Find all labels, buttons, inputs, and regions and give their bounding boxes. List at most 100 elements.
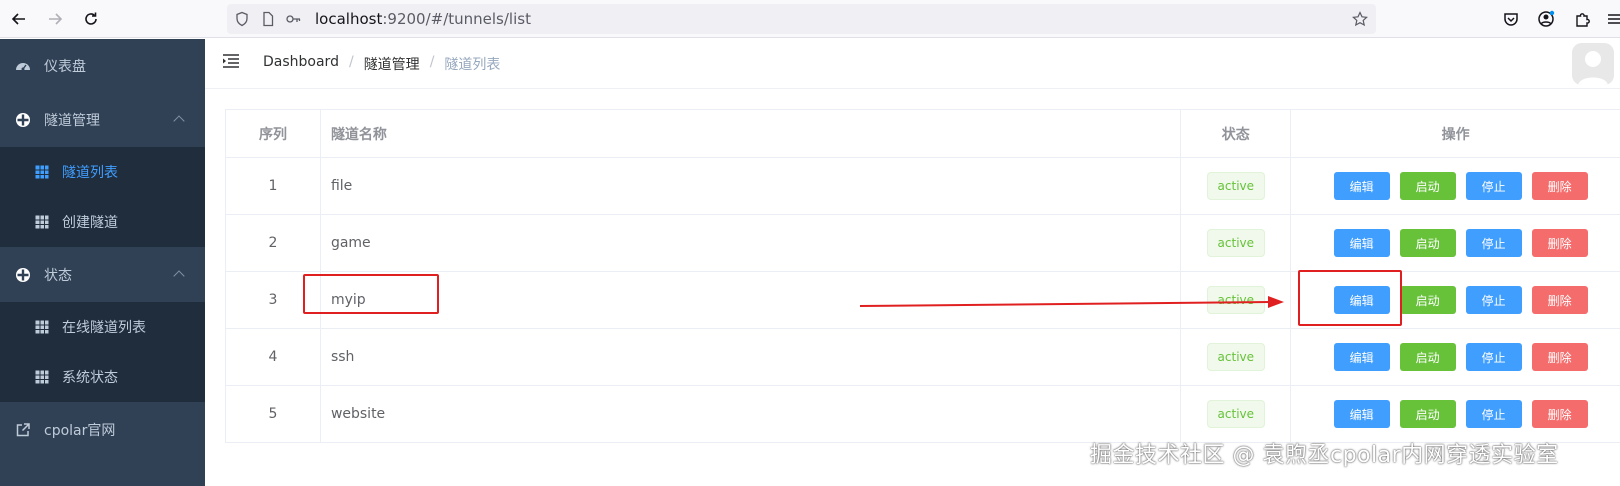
delete-button[interactable]: 删除 (1531, 286, 1588, 314)
delete-button[interactable]: 删除 (1531, 172, 1588, 200)
stop-button[interactable]: 停止 (1465, 343, 1522, 371)
url-text: localhost:9200/#/tunnels/list (315, 10, 531, 28)
status-cell: active (1181, 215, 1292, 271)
start-button[interactable]: 启动 (1399, 400, 1456, 428)
avatar[interactable] (1572, 43, 1614, 85)
sidebar-item-label: 隧道列表 (62, 165, 118, 181)
sidebar-item-label: 仪表盘 (44, 58, 86, 75)
menu-icon (1608, 14, 1620, 24)
url-bar[interactable]: localhost:9200/#/tunnels/list (227, 4, 1376, 34)
table-row: 5 website active 编辑 启动 停止 删除 (226, 386, 1620, 443)
breadcrumb-tunnel-management[interactable]: 隧道管理 (364, 54, 420, 74)
actions-cell: 编辑 启动 停止 删除 (1291, 158, 1620, 214)
tunnel-name: game (321, 215, 1182, 271)
sidebar-group-tunnels[interactable]: 隧道管理 (0, 92, 205, 147)
start-button[interactable]: 启动 (1399, 229, 1456, 257)
edit-button[interactable]: 编辑 (1333, 229, 1390, 257)
start-button[interactable]: 启动 (1399, 343, 1456, 371)
sidebar-item-label: 状态 (44, 267, 72, 284)
chevron-up-icon (173, 114, 185, 127)
back-arrow-icon (11, 13, 25, 25)
edit-button[interactable]: 编辑 (1333, 343, 1390, 371)
watermark: 掘金技术社区 @ 袁煦丞cpolar内网穿透实验室 (1090, 443, 1559, 468)
breadcrumb-dashboard[interactable]: Dashboard (263, 54, 339, 74)
pocket-button[interactable] (1500, 8, 1522, 30)
sidebar-group-status[interactable]: 状态 (0, 247, 205, 302)
column-header-status: 状态 (1181, 110, 1292, 157)
hamburger-toggle-icon[interactable] (222, 53, 240, 69)
delete-button[interactable]: 删除 (1531, 343, 1588, 371)
actions-cell: 编辑 启动 停止 删除 (1291, 329, 1620, 385)
puzzle-icon (1576, 13, 1590, 27)
status-badge: active (1206, 400, 1266, 428)
start-button[interactable]: 启动 (1399, 172, 1456, 200)
status-cell: active (1181, 386, 1292, 442)
page-icon (263, 11, 274, 27)
table-row: 1 file active 编辑 启动 停止 删除 (226, 158, 1620, 215)
actions-cell: 编辑 启动 停止 删除 (1291, 386, 1620, 442)
breadcrumb-separator: / (429, 54, 435, 70)
grid-icon (35, 165, 49, 179)
shield-icon (236, 11, 248, 27)
sidebar-item-create-tunnel[interactable]: 创建隧道 (0, 197, 205, 247)
grid-icon (35, 215, 49, 229)
sidebar-item-online-tunnels[interactable]: 在线隧道列表 (0, 302, 205, 352)
stop-button[interactable]: 停止 (1465, 400, 1522, 428)
app-menu-button[interactable] (1606, 8, 1620, 30)
sidebar-item-cpolar-website[interactable]: cpolar官网 (0, 402, 205, 457)
sidebar-item-system-status[interactable]: 系统状态 (0, 352, 205, 402)
actions-cell: 编辑 启动 停止 删除 (1291, 215, 1620, 271)
back-button[interactable] (6, 6, 32, 32)
extensions-button[interactable] (1572, 8, 1594, 30)
row-index: 5 (226, 386, 321, 442)
table-row: 2 game active 编辑 启动 停止 删除 (226, 215, 1620, 272)
start-button[interactable]: 启动 (1399, 286, 1456, 314)
delete-button[interactable]: 删除 (1531, 229, 1588, 257)
breadcrumb-current: 隧道列表 (444, 57, 501, 73)
sidebar-item-tunnel-list[interactable]: 隧道列表 (0, 147, 205, 197)
bookmark-star-icon[interactable] (1352, 11, 1368, 27)
tunnel-icon (16, 112, 30, 127)
status-cell: active (1181, 329, 1292, 385)
browser-toolbar: localhost:9200/#/tunnels/list (0, 0, 1620, 38)
dashboard-icon (16, 62, 30, 70)
sidebar-item-label: 系统状态 (62, 370, 118, 386)
row-index: 1 (226, 158, 321, 214)
tunnel-name: file (321, 158, 1182, 214)
edit-button[interactable]: 编辑 (1333, 172, 1390, 200)
sidebar-item-label: 隧道管理 (44, 112, 100, 129)
account-button[interactable] (1535, 8, 1557, 30)
status-badge: active (1206, 172, 1266, 200)
external-link-icon (16, 422, 30, 436)
grid-icon (35, 370, 49, 384)
breadcrumb-separator: / (348, 54, 354, 70)
status-icon (16, 267, 30, 282)
stop-button[interactable]: 停止 (1465, 172, 1522, 200)
delete-button[interactable]: 删除 (1531, 400, 1588, 428)
grid-icon (35, 320, 49, 334)
annotation-highlight-box (1298, 270, 1402, 326)
tunnel-name: website (321, 386, 1182, 442)
breadcrumb: Dashboard / 隧道管理 / 隧道列表 (263, 54, 500, 74)
tunnel-name: myip (321, 272, 1182, 328)
sidebar-item-dashboard[interactable]: 仪表盘 (0, 39, 205, 92)
table-header-row: 序列 隧道名称 状态 操作 (226, 110, 1620, 158)
row-index: 4 (226, 329, 321, 385)
stop-button[interactable]: 停止 (1465, 229, 1522, 257)
row-index: 2 (226, 215, 321, 271)
column-header-actions: 操作 (1441, 126, 1470, 143)
status-badge: active (1206, 286, 1266, 314)
navbar: Dashboard / 隧道管理 / 隧道列表 (205, 39, 1620, 89)
status-cell: active (1181, 272, 1292, 328)
table-row: 4 ssh active 编辑 启动 停止 删除 (226, 329, 1620, 386)
chevron-up-icon (173, 269, 185, 282)
forward-button[interactable] (42, 6, 68, 32)
stop-button[interactable]: 停止 (1465, 286, 1522, 314)
reload-button[interactable] (78, 6, 104, 32)
annotation-highlight-box (303, 274, 439, 314)
sidebar-item-label: cpolar官网 (44, 422, 116, 439)
user-avatar-icon (1572, 43, 1614, 85)
pocket-icon (1504, 13, 1518, 26)
column-header-name: 隧道名称 (321, 110, 1182, 157)
edit-button[interactable]: 编辑 (1333, 400, 1390, 428)
